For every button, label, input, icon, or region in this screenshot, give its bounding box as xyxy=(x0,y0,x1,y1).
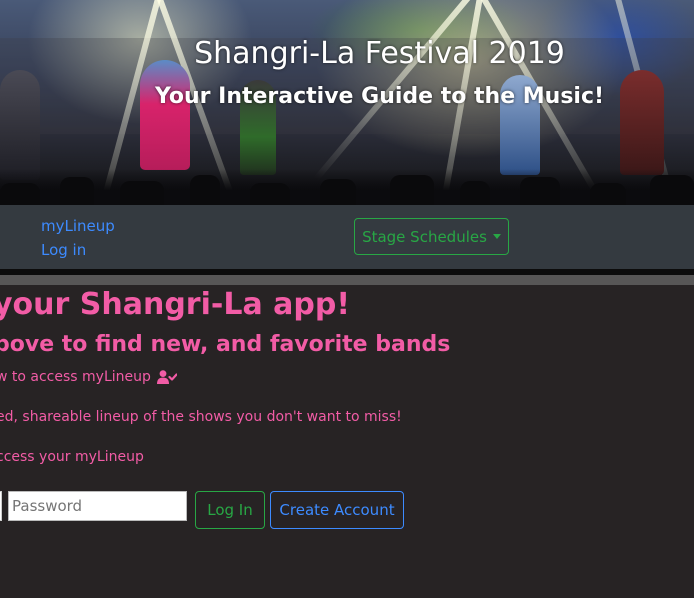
lineup-description: ed, shareable lineup of the shows you do… xyxy=(0,409,402,425)
navbar: myLineup Log in Stage Schedules xyxy=(0,205,694,269)
nav-link-mylineup[interactable]: myLineup xyxy=(41,217,115,235)
welcome-heading: your Shangri-La app! xyxy=(0,287,351,322)
main-content: your Shangri-La app! bove to find new, a… xyxy=(0,285,694,598)
password-input[interactable] xyxy=(8,491,187,521)
performer-figure xyxy=(140,60,190,170)
welcome-subheading: bove to find new, and favorite bands xyxy=(0,332,451,357)
stage-schedules-label: Stage Schedules xyxy=(362,227,487,246)
crowd-silhouette xyxy=(0,169,694,205)
divider xyxy=(0,275,694,285)
login-button[interactable]: Log In xyxy=(195,491,265,529)
create-account-button[interactable]: Create Account xyxy=(270,491,404,529)
caret-down-icon xyxy=(492,234,501,239)
login-prompt: w to access myLineup xyxy=(0,369,177,385)
access-prompt: ccess your myLineup xyxy=(0,449,144,465)
login-prompt-text: w to access myLineup xyxy=(0,369,151,385)
stage-schedules-dropdown[interactable]: Stage Schedules xyxy=(354,218,509,255)
hero-title: Shangri-La Festival 2019 xyxy=(194,36,565,71)
nav-link-login[interactable]: Log in xyxy=(41,241,86,259)
hero-subtitle: Your Interactive Guide to the Music! xyxy=(154,84,605,109)
user-check-icon xyxy=(156,370,177,384)
hero-banner: Shangri-La Festival 2019 Your Interactiv… xyxy=(0,0,694,205)
username-input[interactable] xyxy=(0,491,2,521)
